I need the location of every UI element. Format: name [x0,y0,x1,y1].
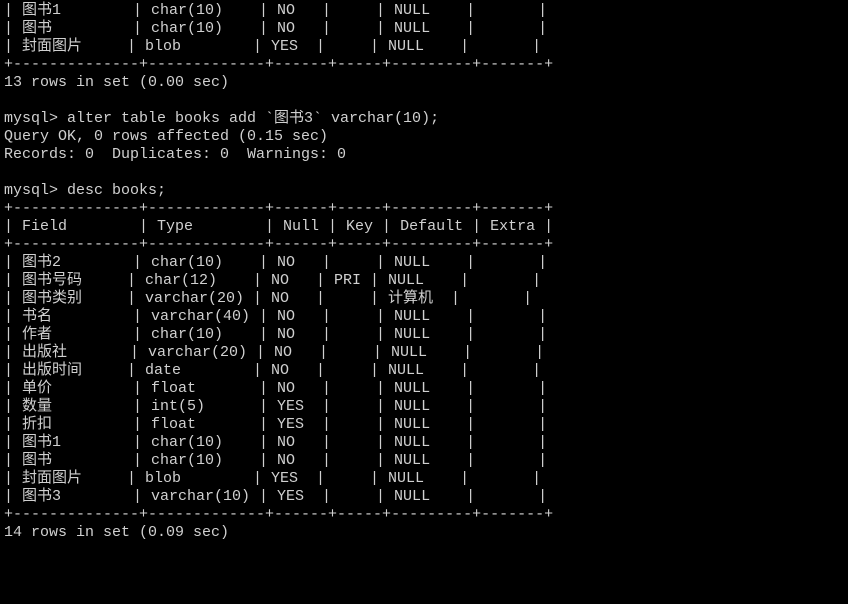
rows-in-set: 13 rows in set (0.00 sec) [4,74,229,91]
table-row: | 图书3 | varchar(10) | YES | | NULL | | [4,488,547,505]
table-row: | 图书号码 | char(12) | NO | PRI | NULL | | [4,272,541,289]
table-row: | 封面图片 | blob | YES | | NULL | | [4,38,541,55]
table-border: +--------------+-------------+------+---… [4,236,553,253]
table-row: | 书名 | varchar(40) | NO | | NULL | | [4,308,547,325]
table-row: | 图书 | char(10) | NO | | NULL | | [4,452,547,469]
table-row: | 单价 | float | NO | | NULL | | [4,380,547,397]
terminal-output[interactable]: | 图书1 | char(10) | NO | | NULL | | | 图书 … [0,0,848,544]
table-row: | 数量 | int(5) | YES | | NULL | | [4,398,547,415]
table-row: | 图书1 | char(10) | NO | | NULL | | [4,434,547,451]
table-row: | 图书2 | char(10) | NO | | NULL | | [4,254,547,271]
table-row: | 封面图片 | blob | YES | | NULL | | [4,470,541,487]
table-row: | 折扣 | float | YES | | NULL | | [4,416,547,433]
table-border: +--------------+-------------+------+---… [4,200,553,217]
table-row: | 图书1 | char(10) | NO | | NULL | | [4,2,547,19]
table-header: | Field | Type | Null | Key | Default | … [4,218,553,235]
table-row: | 作者 | char(10) | NO | | NULL | | [4,326,547,343]
table-row: | 图书 | char(10) | NO | | NULL | | [4,20,547,37]
mysql-prompt-desc: mysql> desc books; [4,182,166,199]
table-row: | 出版时间 | date | NO | | NULL | | [4,362,541,379]
query-ok: Query OK, 0 rows affected (0.15 sec) [4,128,328,145]
table-border: +--------------+-------------+------+---… [4,56,553,73]
rows-in-set: 14 rows in set (0.09 sec) [4,524,229,541]
table-row: | 图书类别 | varchar(20) | NO | | 计算机 | | [4,290,532,307]
records-line: Records: 0 Duplicates: 0 Warnings: 0 [4,146,346,163]
table-row: | 出版社 | varchar(20) | NO | | NULL | | [4,344,544,361]
mysql-prompt-alter: mysql> alter table books add `图书3` varch… [4,110,439,127]
table-border: +--------------+-------------+------+---… [4,506,553,523]
